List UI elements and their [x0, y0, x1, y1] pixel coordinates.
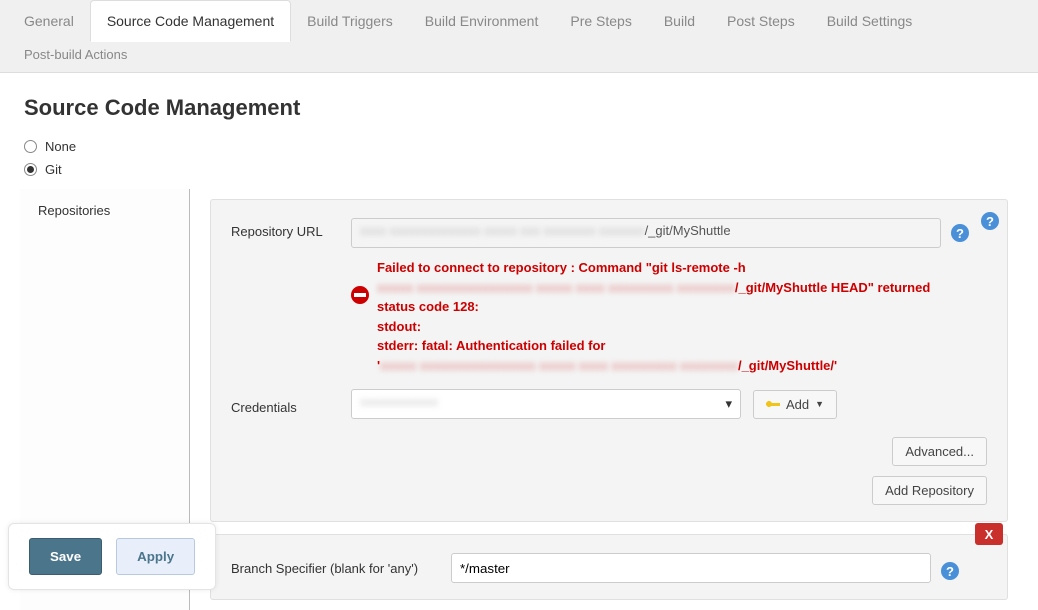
tab-build[interactable]: Build	[648, 1, 711, 41]
error-icon	[351, 286, 369, 304]
radio-icon	[24, 163, 37, 176]
repository-panel-actions: Advanced... Add Repository	[231, 437, 987, 505]
branch-specifier-label: Branch Specifier (blank for 'any')	[231, 561, 451, 576]
radio-icon	[24, 140, 37, 153]
help-icon[interactable]: ?	[951, 224, 969, 242]
add-credentials-button[interactable]: Add ▼	[753, 390, 837, 419]
branches-panel: X Branch Specifier (blank for 'any') ?	[210, 534, 1008, 600]
repositories-content: ? Repository URL xxxx xxxxxxxxxxxxxx xxx…	[190, 189, 1018, 610]
tab-build-settings[interactable]: Build Settings	[811, 1, 929, 41]
advanced-button[interactable]: Advanced...	[892, 437, 987, 466]
error-line: stdout:	[377, 319, 421, 334]
tab-build-triggers[interactable]: Build Triggers	[291, 1, 409, 41]
repository-error: Failed to connect to repository : Comman…	[351, 258, 987, 375]
help-icon[interactable]: ?	[981, 212, 999, 230]
error-line: Failed to connect to repository : Comman…	[377, 260, 746, 275]
repository-url-row: Repository URL xxxx xxxxxxxxxxxxxx xxxxx…	[231, 218, 987, 248]
add-repository-button[interactable]: Add Repository	[872, 476, 987, 505]
obscured-text: xxxxxxxxxxxx	[360, 394, 438, 409]
tab-build-environment[interactable]: Build Environment	[409, 1, 555, 41]
obscured-text: xxxx xxxxxxxxxxxxxx xxxxx xxx xxxxxxxx x…	[360, 223, 645, 238]
tab-post-build-actions[interactable]: Post-build Actions	[8, 41, 1030, 72]
error-line: stderr: fatal: Authentication failed for	[377, 338, 605, 353]
repositories-heading: Repositories	[38, 203, 110, 218]
obscured-text: xxxxx xxxxxxxxxxxxxxxx xxxxx xxxx xxxxxx…	[377, 280, 735, 295]
apply-button[interactable]: Apply	[116, 538, 195, 575]
config-tabs: General Source Code Management Build Tri…	[0, 0, 1038, 73]
key-icon	[766, 400, 780, 408]
tab-post-steps[interactable]: Post Steps	[711, 1, 811, 41]
page-title: Source Code Management	[24, 95, 1038, 121]
branch-specifier-input[interactable]	[451, 553, 931, 583]
add-credentials-label: Add	[786, 397, 809, 412]
scm-option-git-label: Git	[45, 162, 62, 177]
credentials-label: Credentials	[231, 394, 351, 415]
repository-url-label: Repository URL	[231, 218, 351, 239]
remove-branch-button[interactable]: X	[975, 523, 1003, 545]
error-line: /_git/MyShuttle HEAD" returned	[735, 280, 930, 295]
chevron-down-icon: ▼	[815, 399, 824, 409]
repository-url-suffix: /_git/MyShuttle	[645, 223, 731, 238]
scm-option-none-label: None	[45, 139, 76, 154]
error-text: Failed to connect to repository : Comman…	[377, 258, 930, 375]
scm-option-none[interactable]: None	[24, 139, 1014, 154]
credentials-row: Credentials xxxxxxxxxxxx Add ▼	[231, 389, 987, 419]
error-line: /_git/MyShuttle/'	[738, 358, 837, 373]
tab-general[interactable]: General	[8, 1, 90, 41]
error-line: status code 128:	[377, 299, 479, 314]
obscured-text: xxxxx xxxxxxxxxxxxxxxx xxxxx xxxx xxxxxx…	[380, 358, 738, 373]
scm-option-git[interactable]: Git	[24, 162, 1014, 177]
save-button[interactable]: Save	[29, 538, 102, 575]
tab-scm[interactable]: Source Code Management	[90, 0, 291, 42]
branch-specifier-row: Branch Specifier (blank for 'any') ?	[231, 553, 987, 583]
credentials-select[interactable]: xxxxxxxxxxxx	[351, 389, 741, 419]
tab-pre-steps[interactable]: Pre Steps	[554, 1, 647, 41]
action-footer: Save Apply	[8, 523, 216, 590]
repository-panel: ? Repository URL xxxx xxxxxxxxxxxxxx xxx…	[210, 199, 1008, 522]
repository-url-input[interactable]: xxxx xxxxxxxxxxxxxx xxxxx xxx xxxxxxxx x…	[351, 218, 941, 248]
help-icon[interactable]: ?	[941, 562, 959, 580]
